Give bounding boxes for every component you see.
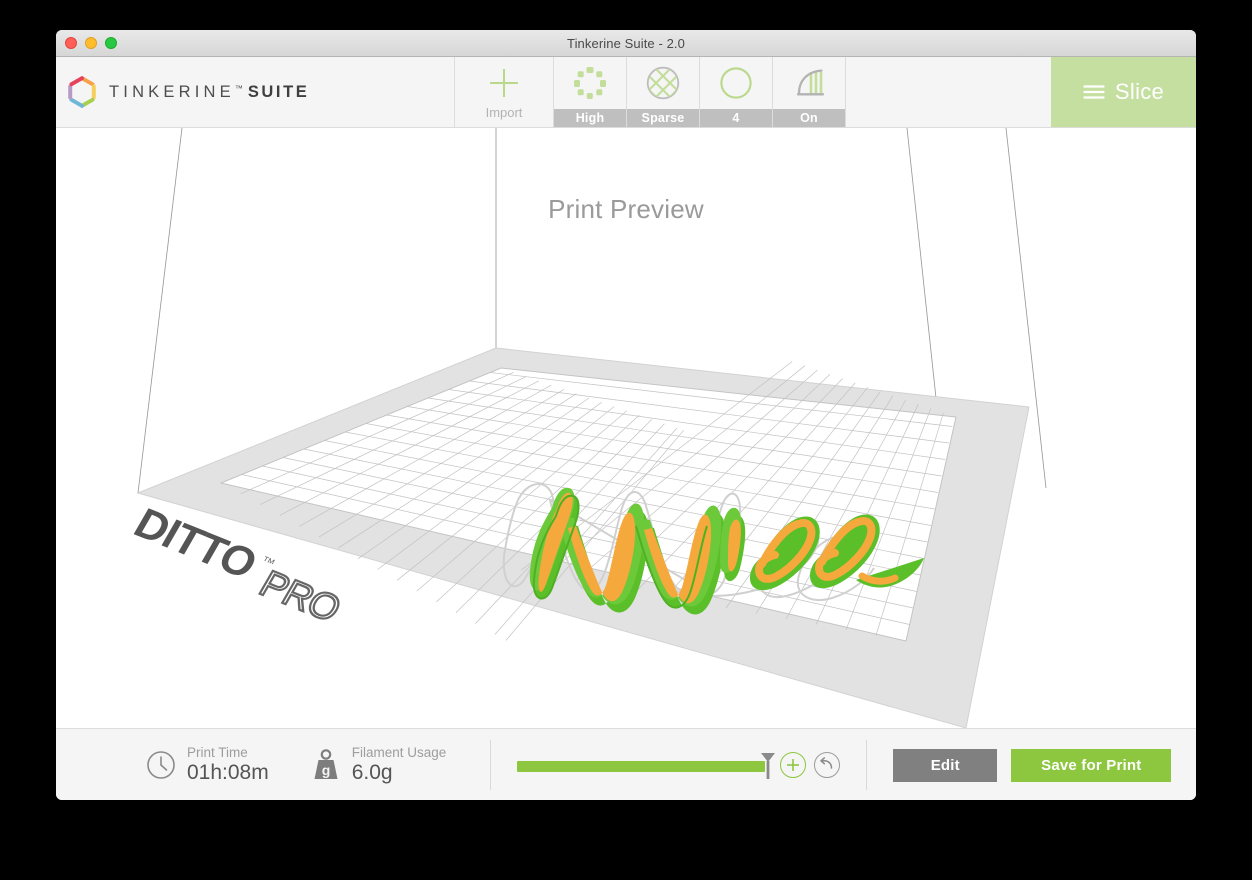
application-window: Tinkerine Suite - 2.0 TINKERINE™ SUITE xyxy=(56,30,1196,800)
action-buttons: Edit Save for Print xyxy=(893,748,1172,782)
weight-icon: g xyxy=(314,749,338,779)
brand-logo: TINKERINE ™ SUITE xyxy=(56,57,454,127)
support-arc-icon xyxy=(790,57,828,109)
brand-product: SUITE xyxy=(247,82,310,101)
print-bed xyxy=(136,347,1030,728)
edit-button[interactable]: Edit xyxy=(893,748,998,782)
shells-value: 4 xyxy=(700,109,772,127)
window-controls xyxy=(65,30,117,56)
filament-usage-label: Filament Usage xyxy=(351,745,447,761)
close-window-button[interactable] xyxy=(65,37,77,49)
toolbar-spacer xyxy=(846,57,1051,127)
undo-circle-icon xyxy=(820,757,833,769)
filament-usage-stat: g Filament Usage 6.0g xyxy=(311,745,447,785)
support-value: On xyxy=(773,109,845,127)
infill-setting-button[interactable]: Sparse xyxy=(627,57,699,127)
save-for-print-button[interactable]: Save for Print xyxy=(1011,748,1172,782)
layer-slider[interactable] xyxy=(517,750,776,780)
brand-name: TINKERINE xyxy=(109,82,235,101)
tinkerine-hexagon-logo-icon xyxy=(68,76,96,108)
import-button[interactable]: Import xyxy=(455,57,553,127)
brand-trademark-icon: ™ xyxy=(234,83,243,93)
add-layer-button[interactable] xyxy=(780,752,807,778)
reset-view-button[interactable] xyxy=(814,752,841,778)
printer-scene: DITTO ™ PRO xyxy=(126,128,1047,728)
weight-icon-unit: g xyxy=(321,762,330,778)
slice-button[interactable]: Slice xyxy=(1051,57,1196,127)
quality-value: High xyxy=(554,109,626,127)
svg-text:PRO: PRO xyxy=(252,563,347,630)
window-titlebar: Tinkerine Suite - 2.0 xyxy=(56,30,1196,57)
hamburger-icon xyxy=(1083,85,1105,99)
window-title: Tinkerine Suite - 2.0 xyxy=(567,35,685,51)
layer-slider-fill xyxy=(517,761,766,772)
status-divider xyxy=(490,740,492,790)
shell-circle-icon xyxy=(717,57,755,109)
slice-label: Slice xyxy=(1114,79,1165,104)
clock-icon xyxy=(147,751,175,779)
status-divider xyxy=(866,740,868,790)
main-toolbar: TINKERINE ™ SUITE Import High Sparse 4 O… xyxy=(56,57,1196,128)
shells-setting-button[interactable]: 4 xyxy=(700,57,772,127)
infill-value: Sparse xyxy=(627,109,699,127)
quality-dots-icon xyxy=(571,57,609,109)
brand-wordmark: TINKERINE ™ SUITE xyxy=(109,83,309,102)
layer-slider-group xyxy=(517,750,841,780)
plus-circle-icon xyxy=(787,759,800,771)
support-setting-button[interactable]: On xyxy=(773,57,845,127)
minimize-window-button[interactable] xyxy=(85,37,97,49)
infill-crosshatch-icon xyxy=(644,57,682,109)
status-bar: Print Time 01h:08m g Filament Usage 6.0g xyxy=(56,728,1196,800)
print-time-stat: Print Time 01h:08m xyxy=(146,745,269,785)
import-label: Import xyxy=(485,105,523,120)
filament-usage-value: 6.0g xyxy=(351,760,393,784)
3d-viewport[interactable]: Print Preview DITTO ™ PRO xyxy=(56,128,1196,728)
print-time-value: 01h:08m xyxy=(187,760,269,784)
quality-setting-button[interactable]: High xyxy=(554,57,626,127)
maximize-window-button[interactable] xyxy=(105,37,117,49)
plus-icon xyxy=(486,57,522,109)
print-time-label: Print Time xyxy=(187,745,248,761)
